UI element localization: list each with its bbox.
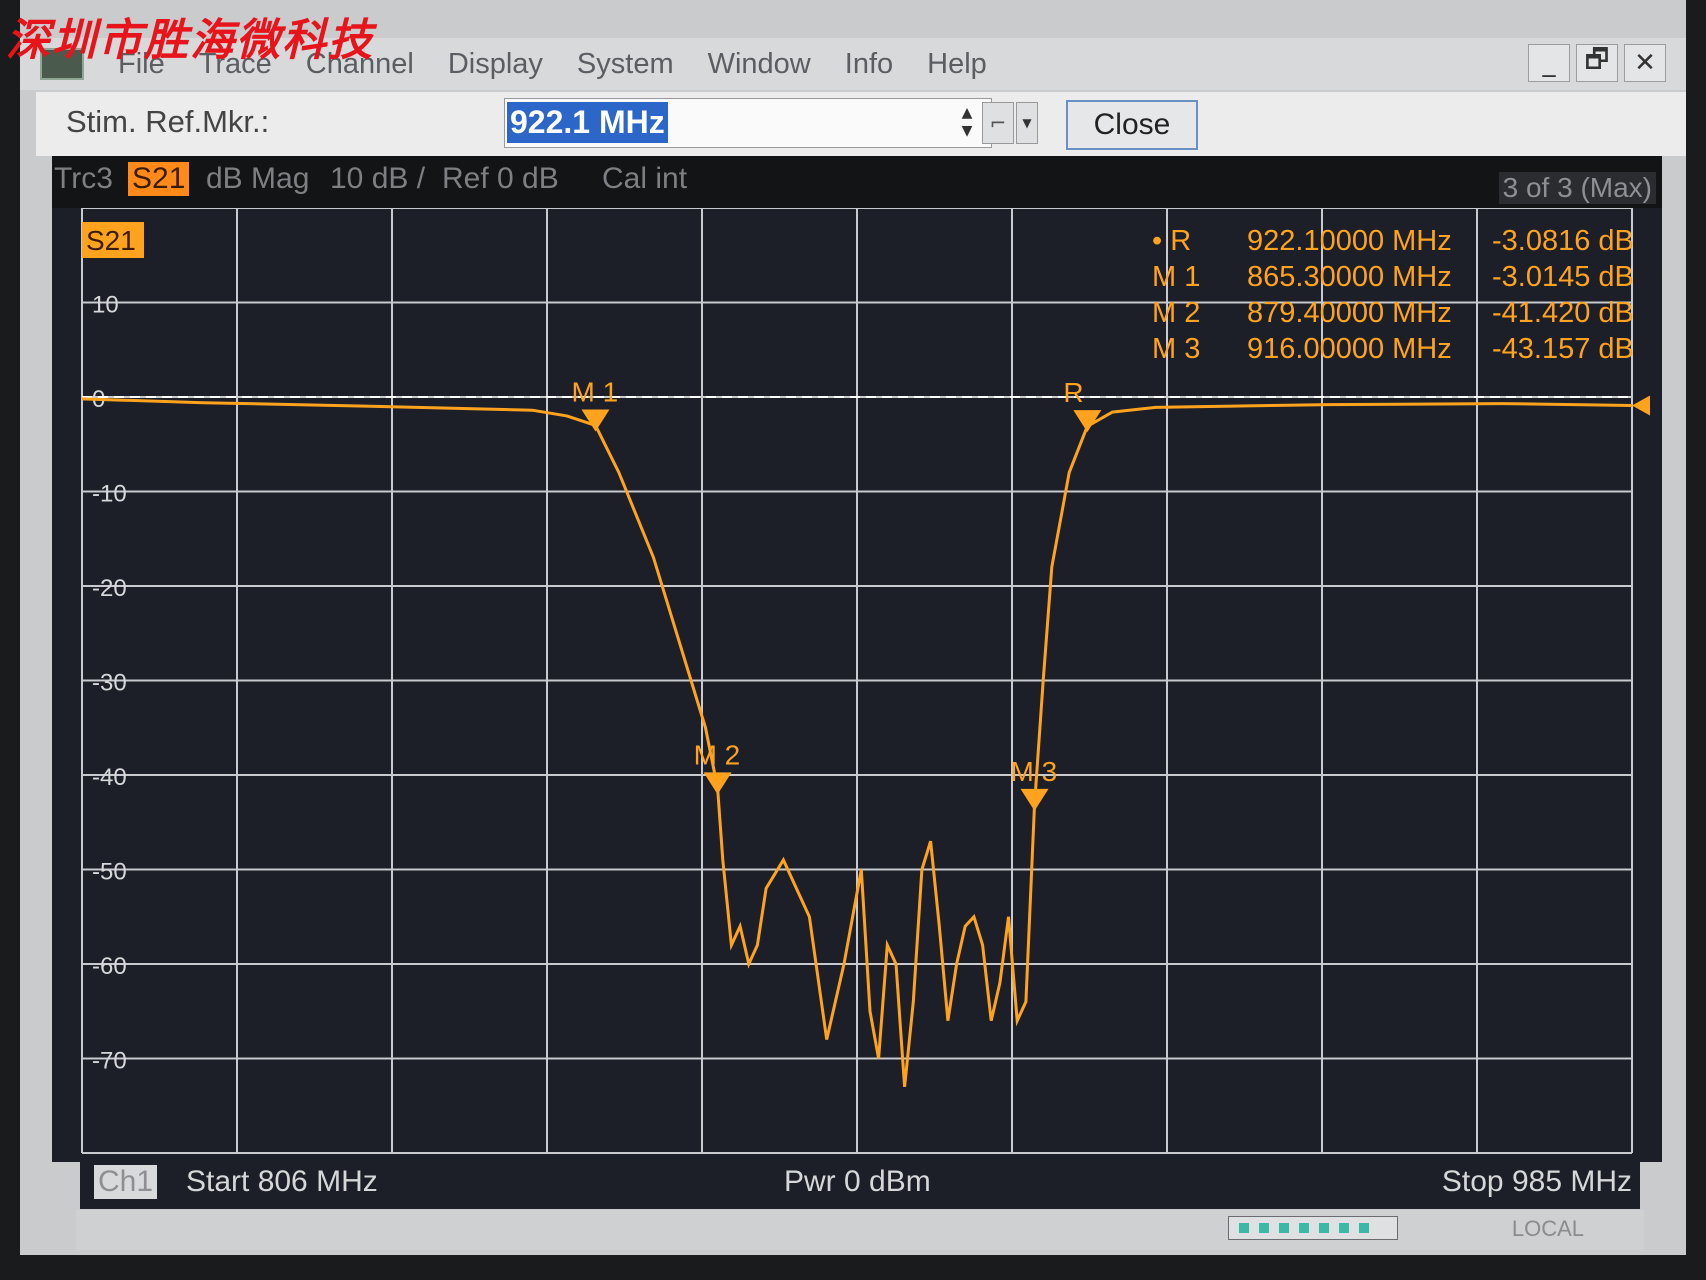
marker-triangle xyxy=(581,409,610,432)
y-tick-label: -50 xyxy=(92,859,127,886)
menu-info[interactable]: Info xyxy=(845,48,893,81)
window-controls: _ 🗗 ✕ xyxy=(1528,44,1666,82)
marker-table-name: M 2 xyxy=(1152,297,1200,329)
marker-table-freq: 922.10000 MHz xyxy=(1247,225,1452,257)
marker-table-freq: 916.00000 MHz xyxy=(1247,333,1452,365)
plot-area[interactable]: 10 0 -10 -20 -30 -40 -50 -60 -70 M 1M 2M 3 R S21 • R… xyxy=(52,207,1662,1162)
status-bar: LOCAL xyxy=(76,1210,1644,1250)
stim-value-input[interactable]: 922.1 MHz xyxy=(504,98,992,148)
marker-table-value: -3.0145 dB xyxy=(1492,261,1634,293)
trace-scale: 10 dB / xyxy=(330,162,426,195)
y-tick-label: -70 xyxy=(92,1048,127,1075)
close-button[interactable]: Close xyxy=(1066,100,1198,150)
stim-ref-marker-label: Stim. Ref.Mkr.: xyxy=(66,104,270,139)
menu-window[interactable]: Window xyxy=(708,48,811,81)
local-status: LOCAL xyxy=(1511,1216,1584,1241)
y-tick-label: -20 xyxy=(92,575,127,602)
power-level[interactable]: Pwr 0 dBm xyxy=(784,1165,931,1199)
marker-table-value: -43.157 dB xyxy=(1492,333,1634,365)
trace-format: dB Mag xyxy=(206,162,310,195)
marker-label: M 3 xyxy=(1011,756,1058,787)
marker-table-name: M 1 xyxy=(1152,261,1200,293)
spin-arrows-icon[interactable]: ▲ ▼ xyxy=(958,98,976,146)
channel-label[interactable]: Ch1 xyxy=(94,1165,158,1199)
watermark: 深圳市胜海微科技 xyxy=(6,15,374,66)
stop-freq[interactable]: Stop 985 MHz xyxy=(1442,1165,1632,1199)
marker-label: R xyxy=(1063,377,1083,408)
s21-chart: 100-10-20-30-40-50-60-70M 1M 2M 3RS21 • R… xyxy=(81,207,1650,1154)
y-tick-label: -40 xyxy=(92,764,127,791)
trace-name[interactable]: Trc3 xyxy=(54,162,113,196)
trace-count: 3 of 3 (Max) xyxy=(1498,172,1656,204)
marker-table-value: -41.420 dB xyxy=(1492,297,1634,329)
close-window-button[interactable]: ✕ xyxy=(1624,44,1666,82)
channel-bar: Ch1 Start 806 MHz Pwr 0 dBm Stop 985 MHz xyxy=(80,1155,1640,1209)
step-icon[interactable]: ⌐ xyxy=(982,102,1014,144)
stim-value-text: 922.1 MHz xyxy=(507,102,668,143)
restore-button[interactable]: 🗗 xyxy=(1576,44,1618,82)
minimize-button[interactable]: _ xyxy=(1528,44,1570,82)
menu-system[interactable]: System xyxy=(577,48,674,81)
marker-table-name: • R xyxy=(1152,225,1191,257)
activity-indicator xyxy=(1228,1216,1398,1240)
y-tick-label: 10 xyxy=(92,292,119,319)
trace-ref: Ref 0 dB xyxy=(442,162,559,195)
start-freq[interactable]: Start 806 MHz xyxy=(186,1165,378,1199)
marker-table-freq: 879.40000 MHz xyxy=(1247,297,1452,329)
y-tick-label: -60 xyxy=(92,953,127,980)
marker-table-name: M 3 xyxy=(1152,333,1200,365)
trace-badge-label: S21 xyxy=(86,225,136,256)
marker-triangle xyxy=(1020,788,1049,811)
menu-help[interactable]: Help xyxy=(927,48,987,81)
menu-display[interactable]: Display xyxy=(448,48,543,81)
reference-level-arrow xyxy=(1632,395,1650,416)
y-tick-label: -30 xyxy=(92,670,127,697)
chevron-down-icon[interactable]: ▼ xyxy=(1016,102,1038,144)
marker-table-value: -3.0816 dB xyxy=(1492,225,1634,257)
marker-label: M 1 xyxy=(571,376,618,407)
y-tick-label: -10 xyxy=(92,481,127,508)
marker-table-freq: 865.30000 MHz xyxy=(1247,261,1452,293)
marker-label: M 2 xyxy=(694,739,741,770)
stimulus-toolbar: Stim. Ref.Mkr.: 922.1 MHz ▲ ▼ ⌐ ▼ Close xyxy=(36,92,1686,156)
marker-triangle xyxy=(703,772,732,795)
cal-status: Cal int xyxy=(602,162,688,195)
trace-param-badge[interactable]: S21 xyxy=(128,162,190,196)
trace-info-bar: Trc3 S21 dB Mag 10 dB / Ref 0 dB Cal int… xyxy=(52,156,1662,208)
